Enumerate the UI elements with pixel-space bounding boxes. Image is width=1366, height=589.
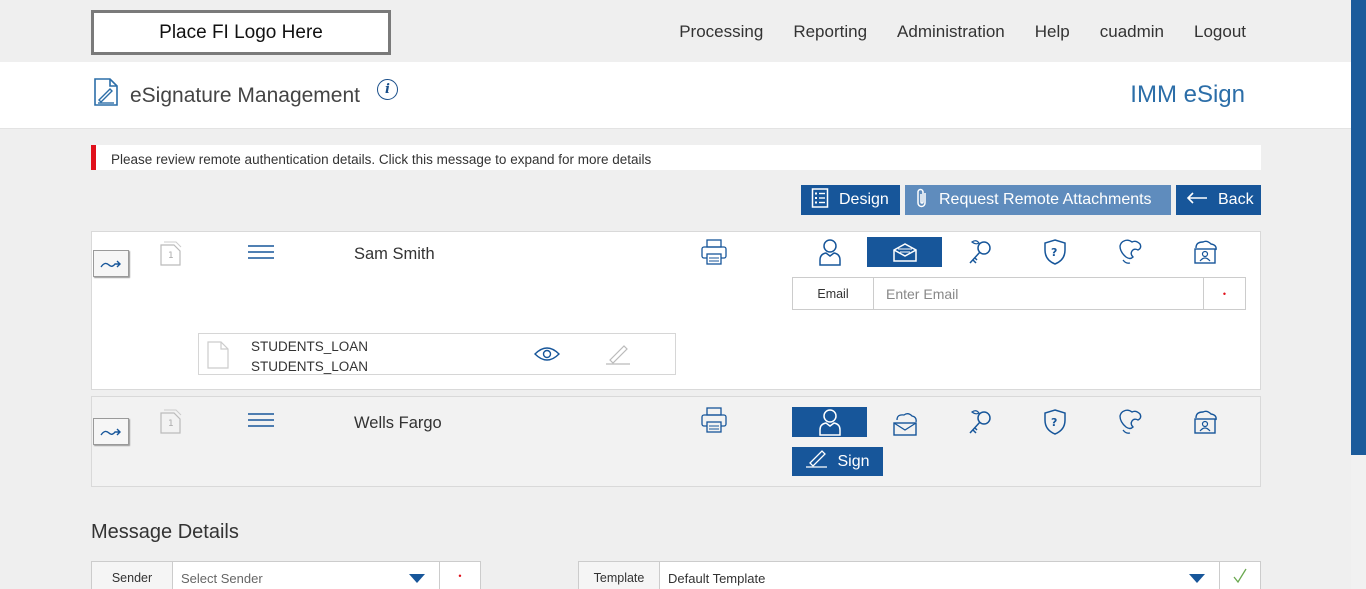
nav-logout[interactable]: Logout xyxy=(1194,22,1246,42)
email-input[interactable] xyxy=(874,278,1203,309)
info-icon[interactable]: i xyxy=(377,79,398,100)
paperclip-icon xyxy=(915,187,929,214)
signer-documents: STUDENTS_LOAN STUDENTS_LOAN xyxy=(198,333,676,375)
template-select[interactable]: Default Template xyxy=(660,562,1219,589)
svg-text:?: ? xyxy=(1051,246,1057,259)
sender-select-value: Select Sender xyxy=(181,571,263,586)
document-name: STUDENTS_LOAN xyxy=(251,339,369,354)
hamburger-menu-icon[interactable] xyxy=(247,244,275,265)
dropdown-caret-icon[interactable] xyxy=(409,574,425,583)
sender-label: Sender xyxy=(92,562,173,589)
nav-administration[interactable]: Administration xyxy=(897,22,1005,42)
page-header: eSignature Management i IMM eSign xyxy=(0,62,1351,129)
template-label: Template xyxy=(579,562,660,589)
route-arrow-icon xyxy=(100,428,121,435)
email-field-row: Email • xyxy=(792,277,1246,310)
nav-user[interactable]: cuadmin xyxy=(1100,22,1164,42)
nav-processing[interactable]: Processing xyxy=(679,22,763,42)
email-auth-icon[interactable] xyxy=(867,409,942,439)
back-button[interactable]: Back xyxy=(1176,185,1261,215)
svg-text:1: 1 xyxy=(168,419,174,429)
list-document-icon xyxy=(811,187,829,213)
signing-order-icon: 1 xyxy=(160,408,182,439)
hamburger-menu-icon[interactable] xyxy=(247,412,275,433)
sign-button[interactable]: Sign xyxy=(792,447,883,476)
email-label: Email xyxy=(793,278,874,309)
svg-text:1: 1 xyxy=(168,251,174,261)
routing-toggle-button[interactable] xyxy=(93,250,129,277)
signature-pen-icon xyxy=(805,450,829,473)
back-button-label: Back xyxy=(1218,191,1254,208)
sign-button-label: Sign xyxy=(837,452,870,470)
printer-icon[interactable] xyxy=(700,238,728,271)
dropdown-caret-icon[interactable] xyxy=(1189,574,1205,583)
request-remote-attachments-label: Request Remote Attachments xyxy=(939,191,1152,208)
route-arrow-icon xyxy=(100,260,121,267)
phone-auth-icon[interactable] xyxy=(1092,237,1167,267)
signer-row: 1 Sam Smith ? Email • xyxy=(91,231,1261,390)
scrollbar-thumb[interactable] xyxy=(1351,0,1366,455)
sender-select[interactable]: Select Sender xyxy=(173,562,439,589)
question-shield-icon[interactable]: ? xyxy=(1017,407,1092,437)
id-card-icon[interactable] xyxy=(1167,407,1242,437)
in-person-auth-icon[interactable] xyxy=(792,407,867,437)
document-name: STUDENTS_LOAN xyxy=(251,359,369,374)
signing-order-icon: 1 xyxy=(160,240,182,271)
nav-help[interactable]: Help xyxy=(1035,22,1070,42)
checkmark-icon xyxy=(1233,568,1247,584)
svg-text:?: ? xyxy=(1051,416,1057,429)
document-names: STUDENTS_LOAN STUDENTS_LOAN xyxy=(251,337,368,377)
template-field-row: Template Default Template xyxy=(578,561,1261,589)
page-title: eSignature Management xyxy=(130,84,360,107)
esignature-document-icon xyxy=(93,77,119,112)
design-button[interactable]: Design xyxy=(801,185,900,215)
request-remote-attachments-button[interactable]: Request Remote Attachments xyxy=(905,185,1171,215)
required-indicator: • xyxy=(1203,278,1245,309)
design-button-label: Design xyxy=(839,191,889,208)
printer-icon[interactable] xyxy=(700,406,728,439)
eye-preview-icon[interactable] xyxy=(534,346,560,367)
required-indicator: • xyxy=(439,562,480,589)
kba-key-icon[interactable] xyxy=(942,407,1017,437)
kba-key-icon[interactable] xyxy=(942,237,1017,267)
in-person-auth-icon[interactable] xyxy=(792,237,867,267)
top-bar: Place FI Logo Here Processing Reporting … xyxy=(0,0,1351,62)
page-scrollbar[interactable] xyxy=(1351,0,1366,589)
remote-auth-alert[interactable]: Please review remote authentication deta… xyxy=(91,145,1261,170)
message-details-title: Message Details xyxy=(91,521,239,543)
phone-auth-icon[interactable] xyxy=(1092,407,1167,437)
signer-name: Sam Smith xyxy=(354,245,435,263)
question-shield-icon[interactable]: ? xyxy=(1017,237,1092,267)
signer-row: 1 Wells Fargo ? Sign xyxy=(91,396,1261,487)
id-card-icon[interactable] xyxy=(1167,237,1242,267)
template-select-value: Default Template xyxy=(668,571,766,586)
email-auth-icon[interactable] xyxy=(867,237,942,267)
arrow-left-icon xyxy=(1186,191,1208,209)
sender-field-row: Sender Select Sender • xyxy=(91,561,481,589)
document-file-icon xyxy=(207,341,229,374)
signature-pen-icon xyxy=(604,342,632,371)
product-brand: IMM eSign xyxy=(1130,81,1245,108)
nav-reporting[interactable]: Reporting xyxy=(793,22,867,42)
main-nav: Processing Reporting Administration Help… xyxy=(679,22,1246,42)
logo-placeholder: Place FI Logo Here xyxy=(91,10,391,55)
routing-toggle-button[interactable] xyxy=(93,418,129,445)
signer-name: Wells Fargo xyxy=(354,414,442,432)
valid-check-cell xyxy=(1219,562,1260,589)
